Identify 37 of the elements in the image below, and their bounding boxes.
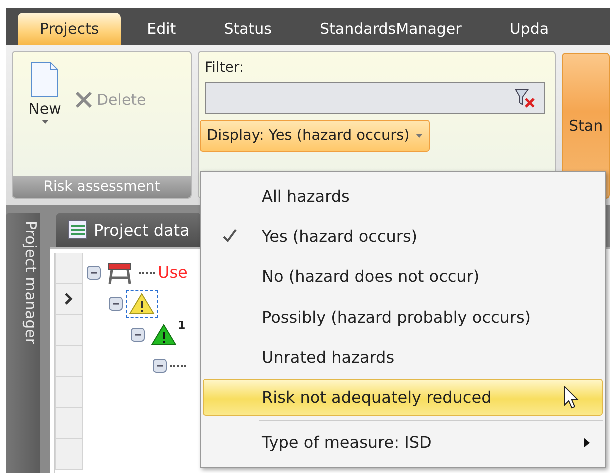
display-dropdown[interactable]: Display: Yes (hazard occurs) — [200, 120, 430, 152]
filter-field[interactable] — [205, 82, 545, 114]
document-tab[interactable]: Project data — [56, 213, 202, 247]
collapse-icon[interactable] — [153, 358, 167, 372]
mouse-cursor-icon — [564, 386, 580, 410]
submenu-arrow-icon — [584, 438, 590, 448]
menu-item[interactable]: Yes (hazard occurs) — [203, 218, 603, 255]
count-label: 1 — [178, 319, 186, 332]
caret-icon — [42, 120, 48, 124]
chevron-right-icon — [65, 293, 73, 305]
collapse-icon[interactable] — [109, 296, 123, 310]
caret-icon — [416, 134, 423, 138]
new-button[interactable]: New — [21, 62, 69, 172]
menu-item[interactable]: Type of measure: ISD — [203, 424, 603, 462]
menu-item[interactable]: Risk not adequately reduced — [203, 379, 603, 416]
clear-filter-icon[interactable] — [514, 88, 536, 108]
menu-item[interactable]: Possibly (hazard probably occurs) — [203, 298, 603, 336]
menu-item[interactable]: No (hazard does not occur) — [203, 258, 603, 295]
checkmark-icon — [222, 228, 238, 244]
table-icon — [68, 220, 88, 240]
warning-icon — [151, 324, 177, 346]
ribbon-tab[interactable]: Status — [202, 13, 294, 45]
ribbon-tab[interactable]: Upda — [488, 13, 572, 45]
group-caption: Risk assessment — [13, 176, 191, 198]
filter-label: Filter: — [205, 60, 246, 76]
document-icon — [31, 62, 59, 98]
close-icon — [75, 91, 93, 109]
collapse-icon[interactable] — [87, 266, 101, 280]
ribbon-tab[interactable]: Projects — [18, 13, 122, 45]
ribbon-tab[interactable]: StandardsManager — [298, 13, 484, 45]
collapse-icon[interactable] — [131, 328, 145, 342]
side-tab[interactable]: Project manager — [6, 213, 40, 473]
tree-item-label[interactable]: Use — [158, 263, 188, 282]
menu-item[interactable]: Unrated hazards — [203, 339, 603, 376]
warning-icon — [129, 292, 155, 314]
row-header[interactable] — [55, 284, 83, 315]
ribbon-tab[interactable]: Edit — [125, 13, 198, 45]
